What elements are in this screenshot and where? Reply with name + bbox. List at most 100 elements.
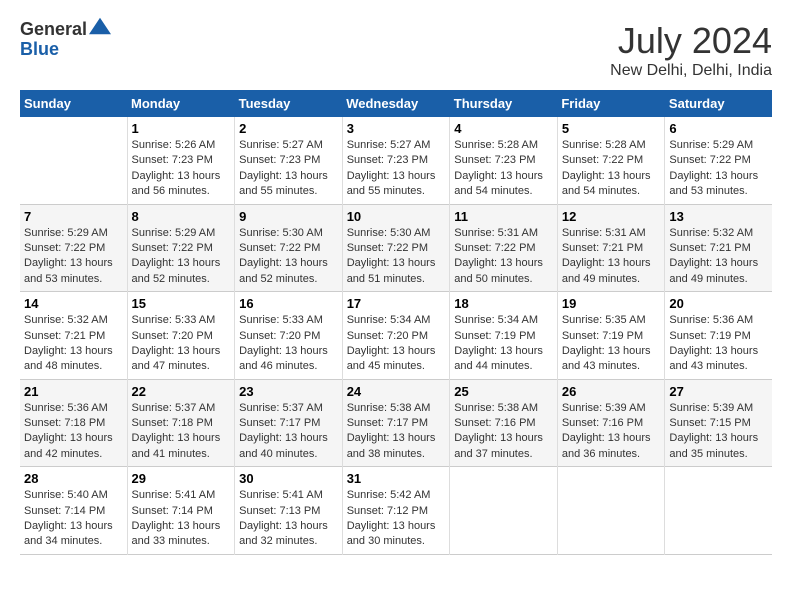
day-number: 1 [132, 121, 231, 136]
day-number: 23 [239, 384, 338, 399]
subtitle: New Delhi, Delhi, India [610, 62, 772, 80]
day-number: 28 [24, 471, 123, 486]
day-number: 9 [239, 209, 338, 224]
day-info: Sunrise: 5:42 AM Sunset: 7:12 PM Dayligh… [347, 488, 446, 550]
day-info: Sunrise: 5:29 AM Sunset: 7:22 PM Dayligh… [24, 226, 123, 288]
calendar-cell: 27 Sunrise: 5:39 AM Sunset: 7:15 PM Dayli… [665, 379, 772, 467]
day-info: Sunrise: 5:37 AM Sunset: 7:17 PM Dayligh… [239, 401, 338, 463]
calendar-cell: 28 Sunrise: 5:40 AM Sunset: 7:14 PM Dayli… [20, 467, 127, 555]
calendar-cell: 16 Sunrise: 5:33 AM Sunset: 7:20 PM Dayli… [235, 292, 343, 380]
calendar-cell [450, 467, 558, 555]
column-header-sunday: Sunday [20, 90, 127, 117]
day-number: 7 [24, 209, 123, 224]
calendar-cell: 5 Sunrise: 5:28 AM Sunset: 7:22 PM Daylig… [557, 117, 665, 204]
day-number: 10 [347, 209, 446, 224]
day-info: Sunrise: 5:32 AM Sunset: 7:21 PM Dayligh… [24, 313, 123, 375]
calendar-cell: 9 Sunrise: 5:30 AM Sunset: 7:22 PM Daylig… [235, 204, 343, 292]
column-header-friday: Friday [557, 90, 665, 117]
week-row-4: 21 Sunrise: 5:36 AM Sunset: 7:18 PM Dayli… [20, 379, 772, 467]
calendar-cell: 10 Sunrise: 5:30 AM Sunset: 7:22 PM Dayli… [342, 204, 450, 292]
calendar-cell: 6Sunrise: 5:29 AM Sunset: 7:22 PM Daylig… [665, 117, 772, 204]
day-info: Sunrise: 5:28 AM Sunset: 7:22 PM Dayligh… [562, 138, 661, 200]
week-row-3: 14 Sunrise: 5:32 AM Sunset: 7:21 PM Dayli… [20, 292, 772, 380]
day-info: Sunrise: 5:33 AM Sunset: 7:20 PM Dayligh… [239, 313, 338, 375]
day-number: 3 [347, 121, 446, 136]
day-number: 29 [132, 471, 231, 486]
day-number: 17 [347, 296, 446, 311]
day-info: Sunrise: 5:30 AM Sunset: 7:22 PM Dayligh… [347, 226, 446, 288]
day-info: Sunrise: 5:26 AM Sunset: 7:23 PM Dayligh… [132, 138, 231, 200]
day-info: Sunrise: 5:38 AM Sunset: 7:16 PM Dayligh… [454, 401, 553, 463]
column-header-thursday: Thursday [450, 90, 558, 117]
day-info: Sunrise: 5:33 AM Sunset: 7:20 PM Dayligh… [132, 313, 231, 375]
calendar-cell: 2Sunrise: 5:27 AM Sunset: 7:23 PM Daylig… [235, 117, 343, 204]
day-info: Sunrise: 5:39 AM Sunset: 7:15 PM Dayligh… [669, 401, 768, 463]
day-number: 15 [132, 296, 231, 311]
day-number: 24 [347, 384, 446, 399]
day-info: Sunrise: 5:32 AM Sunset: 7:21 PM Dayligh… [669, 226, 768, 288]
calendar-cell: 25 Sunrise: 5:38 AM Sunset: 7:16 PM Dayli… [450, 379, 558, 467]
day-info: Sunrise: 5:41 AM Sunset: 7:13 PM Dayligh… [239, 488, 338, 550]
day-info: Sunrise: 5:29 AM Sunset: 7:22 PM Dayligh… [669, 138, 768, 200]
day-number: 18 [454, 296, 553, 311]
week-row-2: 7 Sunrise: 5:29 AM Sunset: 7:22 PM Daylig… [20, 204, 772, 292]
calendar-cell: 1 Sunrise: 5:26 AM Sunset: 7:23 PM Daylig… [127, 117, 235, 204]
column-header-monday: Monday [127, 90, 235, 117]
day-number: 13 [669, 209, 768, 224]
day-info: Sunrise: 5:28 AM Sunset: 7:23 PM Dayligh… [454, 138, 553, 200]
calendar-cell: 31 Sunrise: 5:42 AM Sunset: 7:12 PM Dayli… [342, 467, 450, 555]
day-info: Sunrise: 5:39 AM Sunset: 7:16 PM Dayligh… [562, 401, 661, 463]
calendar-cell: 11 Sunrise: 5:31 AM Sunset: 7:22 PM Dayli… [450, 204, 558, 292]
logo-general: General [20, 20, 111, 40]
day-info: Sunrise: 5:40 AM Sunset: 7:14 PM Dayligh… [24, 488, 123, 550]
column-header-tuesday: Tuesday [235, 90, 343, 117]
day-number: 21 [24, 384, 123, 399]
calendar-cell: 21 Sunrise: 5:36 AM Sunset: 7:18 PM Dayli… [20, 379, 127, 467]
day-number: 20 [669, 296, 768, 311]
calendar-cell: 29Sunrise: 5:41 AM Sunset: 7:14 PM Dayli… [127, 467, 235, 555]
calendar-cell: 20 Sunrise: 5:36 AM Sunset: 7:19 PM Dayli… [665, 292, 772, 380]
day-number: 31 [347, 471, 446, 486]
day-number: 19 [562, 296, 661, 311]
calendar-cell: 22 Sunrise: 5:37 AM Sunset: 7:18 PM Dayli… [127, 379, 235, 467]
day-number: 5 [562, 121, 661, 136]
week-row-5: 28 Sunrise: 5:40 AM Sunset: 7:14 PM Dayli… [20, 467, 772, 555]
day-number: 25 [454, 384, 553, 399]
day-number: 27 [669, 384, 768, 399]
calendar-cell: 7 Sunrise: 5:29 AM Sunset: 7:22 PM Daylig… [20, 204, 127, 292]
calendar-header-row: SundayMondayTuesdayWednesdayThursdayFrid… [20, 90, 772, 117]
day-info: Sunrise: 5:36 AM Sunset: 7:19 PM Dayligh… [669, 313, 768, 375]
calendar-cell: 24Sunrise: 5:38 AM Sunset: 7:17 PM Dayli… [342, 379, 450, 467]
day-info: Sunrise: 5:34 AM Sunset: 7:19 PM Dayligh… [454, 313, 553, 375]
day-number: 2 [239, 121, 338, 136]
day-info: Sunrise: 5:34 AM Sunset: 7:20 PM Dayligh… [347, 313, 446, 375]
calendar-cell: 8 Sunrise: 5:29 AM Sunset: 7:22 PM Daylig… [127, 204, 235, 292]
calendar-cell: 3Sunrise: 5:27 AM Sunset: 7:23 PM Daylig… [342, 117, 450, 204]
day-info: Sunrise: 5:37 AM Sunset: 7:18 PM Dayligh… [132, 401, 231, 463]
day-number: 22 [132, 384, 231, 399]
calendar-cell: 14 Sunrise: 5:32 AM Sunset: 7:21 PM Dayli… [20, 292, 127, 380]
calendar-cell: 30Sunrise: 5:41 AM Sunset: 7:13 PM Dayli… [235, 467, 343, 555]
calendar-cell: 15 Sunrise: 5:33 AM Sunset: 7:20 PM Dayli… [127, 292, 235, 380]
day-info: Sunrise: 5:30 AM Sunset: 7:22 PM Dayligh… [239, 226, 338, 288]
calendar-cell [557, 467, 665, 555]
day-number: 14 [24, 296, 123, 311]
title-section: July 2024 New Delhi, Delhi, India [610, 20, 772, 80]
calendar-cell: 13 Sunrise: 5:32 AM Sunset: 7:21 PM Dayli… [665, 204, 772, 292]
day-number: 12 [562, 209, 661, 224]
day-info: Sunrise: 5:31 AM Sunset: 7:22 PM Dayligh… [454, 226, 553, 288]
day-info: Sunrise: 5:29 AM Sunset: 7:22 PM Dayligh… [132, 226, 231, 288]
calendar-cell [665, 467, 772, 555]
calendar-cell: 12Sunrise: 5:31 AM Sunset: 7:21 PM Dayli… [557, 204, 665, 292]
day-info: Sunrise: 5:36 AM Sunset: 7:18 PM Dayligh… [24, 401, 123, 463]
calendar-cell: 23 Sunrise: 5:37 AM Sunset: 7:17 PM Dayli… [235, 379, 343, 467]
day-info: Sunrise: 5:35 AM Sunset: 7:19 PM Dayligh… [562, 313, 661, 375]
day-number: 8 [132, 209, 231, 224]
logo-icon [89, 15, 111, 37]
day-number: 16 [239, 296, 338, 311]
calendar-cell: 26Sunrise: 5:39 AM Sunset: 7:16 PM Dayli… [557, 379, 665, 467]
day-number: 11 [454, 209, 553, 224]
day-number: 4 [454, 121, 553, 136]
calendar-cell: 17 Sunrise: 5:34 AM Sunset: 7:20 PM Dayli… [342, 292, 450, 380]
calendar-cell: 19 Sunrise: 5:35 AM Sunset: 7:19 PM Dayli… [557, 292, 665, 380]
